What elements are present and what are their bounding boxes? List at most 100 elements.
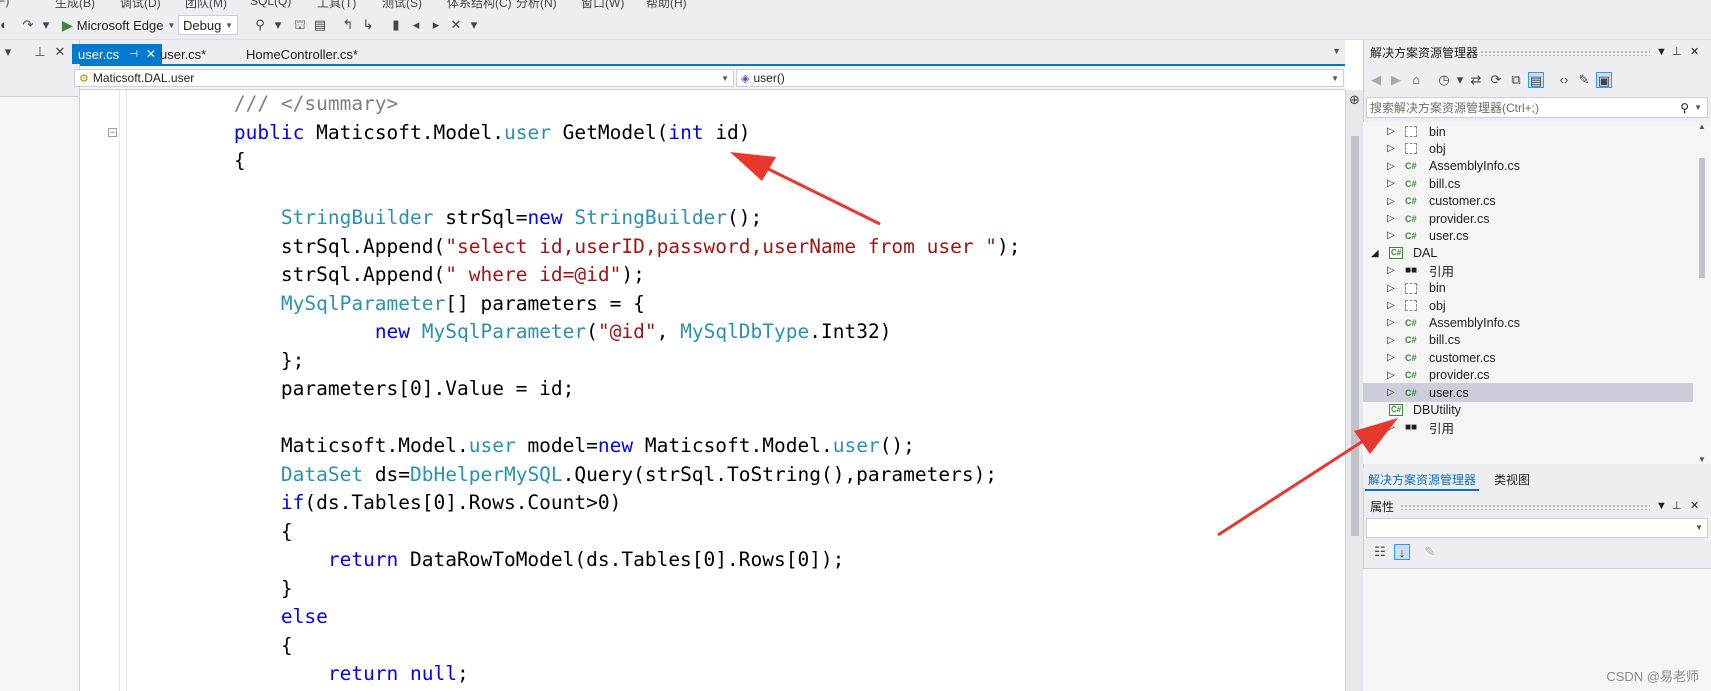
bookmark-icon[interactable]: ▮: [388, 17, 404, 33]
close-icon[interactable]: ✕: [52, 44, 68, 60]
show-all-files-icon[interactable]: ▤: [1528, 72, 1544, 88]
bookmark-clear-icon[interactable]: ✕: [448, 17, 464, 33]
tree-item[interactable]: ▷ obj: [1363, 139, 1693, 158]
menu-item[interactable]: (F): [0, 0, 9, 8]
code-line[interactable]: StringBuilder strSql=new StringBuilder()…: [140, 204, 1021, 233]
dropdown-arrow-icon[interactable]: ▾: [1452, 72, 1468, 88]
close-icon[interactable]: ✕: [1690, 499, 1699, 512]
redo-icon[interactable]: ↷: [20, 17, 36, 33]
code-line[interactable]: Maticsoft.Model.user model=new Maticsoft…: [140, 432, 1021, 461]
code-line[interactable]: public Maticsoft.Model.user GetModel(int…: [140, 119, 1021, 148]
tree-item[interactable]: ▷ C# AssemblyInfo.cs: [1363, 313, 1693, 332]
pin-icon[interactable]: ⊥: [1672, 499, 1682, 512]
tree-item[interactable]: ▷ C# bill.cs: [1363, 331, 1693, 350]
configuration-select[interactable]: Debug ▼: [178, 15, 238, 35]
tree-item[interactable]: ▷ bin: [1363, 279, 1693, 298]
pin-icon[interactable]: ⊣: [129, 49, 138, 60]
property-pages-wrench-icon[interactable]: ✎: [1422, 544, 1438, 560]
code-line[interactable]: if(ds.Tables[0].Rows.Count>0): [140, 489, 1021, 518]
properties-wrench-icon[interactable]: ✎: [1576, 72, 1592, 88]
collapsed-arrow-icon[interactable]: ▷: [1387, 178, 1395, 189]
categorized-icon[interactable]: ☷: [1372, 544, 1388, 560]
collapse-region-icon[interactable]: −: [108, 128, 117, 137]
collapsed-arrow-icon[interactable]: ▷: [1387, 213, 1395, 224]
code-line[interactable]: new MySqlParameter("@id", MySqlDbType.In…: [140, 318, 1021, 347]
window-position-dropdown-icon[interactable]: ▼: [1656, 500, 1667, 512]
tree-item[interactable]: ▷ C# provider.cs: [1363, 209, 1693, 228]
tree-item[interactable]: ▷ C# provider.cs: [1363, 366, 1693, 385]
solution-explorer-search-input[interactable]: 搜索解决方案资源管理器(Ctrl+;) ⚲ ▼: [1366, 97, 1708, 118]
collapsed-arrow-icon[interactable]: ▷: [1387, 370, 1395, 381]
dropdown-arrow-icon[interactable]: ▾: [270, 17, 286, 33]
collapsed-arrow-icon[interactable]: ▷: [1387, 143, 1395, 154]
collapsed-arrow-icon[interactable]: ▷: [1387, 352, 1395, 363]
tab-list-dropdown-icon[interactable]: ▼: [1332, 46, 1341, 56]
tree-item[interactable]: ▷ C# user.cs: [1363, 226, 1693, 245]
code-line[interactable]: }: [140, 575, 1021, 604]
collapsed-arrow-icon[interactable]: ▷: [1387, 300, 1395, 311]
tree-item[interactable]: ◢ C# DAL: [1363, 244, 1693, 263]
menu-item[interactable]: 生成(B): [55, 0, 95, 10]
search-icon[interactable]: ⚲: [1680, 101, 1689, 115]
menu-item[interactable]: 工具(T): [317, 0, 356, 10]
expanded-arrow-icon[interactable]: ◢: [1371, 248, 1379, 259]
member-combo[interactable]: ◈ user() ▼: [736, 69, 1344, 87]
tree-item[interactable]: ▷ ■■ 引用: [1363, 261, 1693, 280]
sync-icon[interactable]: ⇄: [1468, 72, 1484, 88]
collapsed-arrow-icon[interactable]: ▷: [1387, 387, 1395, 398]
collapse-all-icon[interactable]: ⧉: [1508, 72, 1524, 88]
circle-arrow-icon[interactable]: ◐: [0, 17, 12, 33]
code-line[interactable]: {: [140, 632, 1021, 661]
tab-user-cs-active[interactable]: user.cs ⊣ ✕: [72, 44, 162, 64]
code-line[interactable]: {: [140, 147, 1021, 176]
tab-class-view[interactable]: 类视图: [1491, 470, 1533, 489]
code-line[interactable]: [140, 404, 1021, 433]
bookmark-prev-icon[interactable]: ◂: [408, 17, 424, 33]
forward-icon[interactable]: ▶: [1388, 72, 1404, 88]
tree-item[interactable]: ▷ ■■ 引用: [1363, 418, 1693, 437]
run-button[interactable]: ▶ Microsoft Edge ▼: [62, 15, 175, 35]
bookmark-next-icon[interactable]: ▸: [428, 17, 444, 33]
tree-item[interactable]: ▷ C# user.cs: [1363, 383, 1693, 402]
editor-vertical-scrollbar[interactable]: ⊕: [1345, 90, 1363, 691]
code-line[interactable]: };: [140, 347, 1021, 376]
code-line[interactable]: return null;: [140, 660, 1021, 689]
code-line[interactable]: /// </summary>: [140, 90, 1021, 119]
history-icon[interactable]: ◷: [1436, 72, 1452, 88]
code-line[interactable]: else: [140, 603, 1021, 632]
refresh-icon[interactable]: ⟳: [1488, 72, 1504, 88]
alphabetical-icon[interactable]: ↓: [1394, 544, 1410, 560]
tab-user-cs-modified[interactable]: user.cs*: [154, 44, 212, 64]
menu-item[interactable]: 调试(D): [120, 0, 161, 10]
code-line[interactable]: MySqlParameter[] parameters = {: [140, 290, 1021, 319]
window-position-dropdown-icon[interactable]: ▼: [1656, 46, 1667, 58]
menu-item[interactable]: 体系结构(C): [447, 0, 512, 10]
code-line[interactable]: strSql.Append(" where id=@id");: [140, 261, 1021, 290]
hierarchy-icon[interactable]: ⛫: [292, 17, 308, 33]
collapsed-arrow-icon[interactable]: ▷: [1387, 283, 1395, 294]
scroll-down-icon[interactable]: ▼: [1698, 455, 1706, 464]
code-text[interactable]: /// </summary> public Maticsoft.Model.us…: [140, 90, 1021, 691]
code-line[interactable]: return DataRowToModel(ds.Tables[0].Rows[…: [140, 546, 1021, 575]
collapsed-arrow-icon[interactable]: ▷: [1387, 230, 1395, 241]
close-icon[interactable]: ✕: [1690, 45, 1699, 58]
collapsed-arrow-icon[interactable]: ▷: [1387, 317, 1395, 328]
panel-grip[interactable]: [1400, 504, 1650, 510]
menu-item[interactable]: 团队(M): [185, 0, 227, 10]
dropdown-arrow-icon[interactable]: ▾: [0, 44, 16, 60]
dropdown-arrow-icon[interactable]: ▾: [38, 17, 54, 33]
tree-item[interactable]: ▷ C# AssemblyInfo.cs: [1363, 157, 1693, 176]
split-window-icon[interactable]: ⊕: [1349, 92, 1360, 108]
type-combo[interactable]: ⚙ Maticsoft.DAL.user ▼: [74, 69, 734, 87]
menu-item[interactable]: SQL(Q): [250, 0, 291, 8]
step-icon[interactable]: ↳: [360, 17, 376, 33]
collapsed-arrow-icon[interactable]: ▷: [1387, 161, 1395, 172]
step-back-icon[interactable]: ↰: [340, 17, 356, 33]
tree-item[interactable]: ▷ C# customer.cs: [1363, 192, 1693, 211]
binoculars-icon[interactable]: ⚲: [252, 17, 268, 33]
tree-vertical-scrollbar[interactable]: ▲ ▼: [1693, 122, 1711, 464]
view-code-icon[interactable]: ‹›: [1556, 72, 1572, 88]
code-line[interactable]: parameters[0].Value = id;: [140, 375, 1021, 404]
collapsed-arrow-icon[interactable]: ▷: [1387, 422, 1395, 433]
chevron-down-icon[interactable]: ▼: [1694, 103, 1702, 112]
